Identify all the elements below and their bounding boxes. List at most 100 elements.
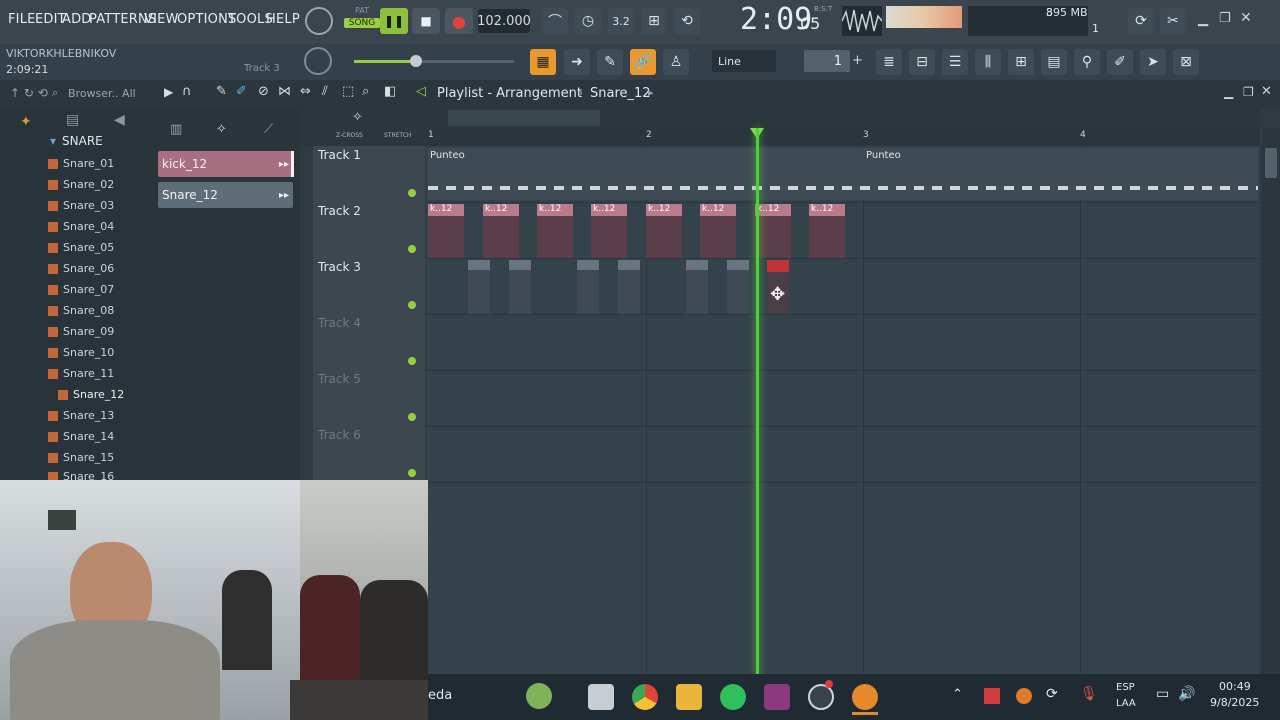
menu-view[interactable]: VIEW xyxy=(144,12,179,27)
audio-clip[interactable]: k..12 xyxy=(646,204,682,258)
tray-app-icon[interactable] xyxy=(984,688,1000,704)
link-icon[interactable]: 🔗 xyxy=(630,49,656,75)
audio-clip[interactable]: k..12 xyxy=(428,204,464,258)
snare-clip[interactable] xyxy=(509,260,531,314)
browser-item[interactable]: Snare_13 xyxy=(48,409,114,422)
track-mute-led[interactable] xyxy=(408,357,416,365)
obs-icon[interactable] xyxy=(808,684,834,710)
whatsapp-icon[interactable] xyxy=(720,684,746,710)
arrow-right-icon[interactable]: ➜ xyxy=(564,49,590,75)
restore-icon[interactable]: ❐ xyxy=(1219,11,1231,26)
taskbar-clock[interactable]: 00:49 xyxy=(1219,680,1251,693)
browser-item[interactable]: Snare_09 xyxy=(48,325,114,338)
browser-item[interactable]: Snare_04 xyxy=(48,220,114,233)
tempo-display[interactable]: 102.000 xyxy=(477,9,531,33)
step-edit-icon[interactable]: ⊞ xyxy=(641,8,667,34)
refresh-icon[interactable]: ⟳ xyxy=(1128,8,1154,34)
timeline-ruler[interactable]: 1 2 3 4 xyxy=(426,128,1260,146)
track-mute-led[interactable] xyxy=(408,301,416,309)
track-mute-led[interactable] xyxy=(408,469,416,477)
menu-add[interactable]: ADD xyxy=(62,12,92,27)
browser-item[interactable]: Snare_03 xyxy=(48,199,114,212)
tools-icon[interactable]: ✂ xyxy=(1160,8,1186,34)
menu-file[interactable]: FILE xyxy=(8,12,36,27)
track-name[interactable]: Track 1 xyxy=(318,148,361,162)
speaker-icon[interactable]: ◀ xyxy=(114,112,125,128)
track-mute-led[interactable] xyxy=(408,189,416,197)
play-pattern-icon[interactable]: ▶ xyxy=(164,85,173,99)
browser-nav-icon[interactable]: ↑ ↻ ⟲ xyxy=(10,86,48,100)
master-pitch-knob[interactable] xyxy=(304,47,332,75)
channel-snare[interactable]: Snare_12 ▸▸ xyxy=(158,182,293,208)
track-name[interactable]: Track 4 xyxy=(318,316,361,330)
countdown-icon[interactable]: 3.2 xyxy=(608,8,634,34)
menu-help[interactable]: HELP xyxy=(266,12,300,27)
snare-clip[interactable] xyxy=(686,260,708,314)
browser-item[interactable]: Snare_05 xyxy=(48,241,114,254)
step-value[interactable]: 1 xyxy=(804,50,850,72)
tray-app-icon[interactable] xyxy=(1016,688,1032,704)
plus-icon[interactable]: + xyxy=(852,53,863,68)
paint-icon[interactable]: ✐ xyxy=(236,84,247,99)
overview-scroll[interactable] xyxy=(448,110,600,126)
sync-icon[interactable]: ⟳ xyxy=(1046,686,1058,702)
taskbar-date[interactable]: 9/8/2025 xyxy=(1210,696,1259,709)
slip-icon[interactable]: ⇔ xyxy=(300,84,311,99)
minimize-icon[interactable]: ▁ xyxy=(1198,12,1208,27)
pick-icon[interactable]: ✐ xyxy=(1107,49,1133,75)
loop-record-icon[interactable]: ⟲ xyxy=(674,8,700,34)
zoom-icon[interactable]: ⌕ xyxy=(362,84,369,99)
record-button[interactable]: ● xyxy=(445,8,473,34)
piano-roll-icon[interactable]: ▦ xyxy=(530,49,556,75)
playlist-close-icon[interactable]: ✕ xyxy=(1261,84,1272,99)
audio-clip[interactable]: k..12 xyxy=(591,204,627,258)
stop-button[interactable]: ■ xyxy=(412,8,440,34)
pat-song-toggle[interactable]: PAT SONG xyxy=(344,6,380,38)
audio-clip[interactable]: k..12 xyxy=(700,204,736,258)
playlist-restore-icon[interactable]: ❐ xyxy=(1243,85,1254,99)
arrow-left-icon[interactable]: ◁ xyxy=(416,84,426,99)
language-secondary[interactable]: LAA xyxy=(1116,698,1136,709)
magnet-icon[interactable]: ∩ xyxy=(182,84,192,99)
playback-icon[interactable]: ◧ xyxy=(384,84,396,99)
snare-clip[interactable] xyxy=(618,260,640,314)
browser-item[interactable]: Snare_08 xyxy=(48,304,114,317)
mute-icon[interactable]: ⋈ xyxy=(278,84,291,99)
browser-folder[interactable]: ▾ SNARE xyxy=(50,134,103,148)
brush-icon[interactable]: ✎ xyxy=(597,49,623,75)
file-icon[interactable]: ▤ xyxy=(1041,49,1067,75)
wait-icon[interactable]: ◷ xyxy=(575,8,601,34)
chevron-right-icon[interactable]: ▸ xyxy=(648,86,654,99)
cart-icon[interactable]: ⊠ xyxy=(1173,49,1199,75)
playlist-wave-icon[interactable]: ✧ xyxy=(352,110,363,125)
slice-icon[interactable]: ⫽ xyxy=(322,84,328,99)
volume-icon[interactable]: 🔊 xyxy=(1178,686,1195,702)
browser-icon[interactable]: ⊞ xyxy=(1008,49,1034,75)
close-icon[interactable]: ✕ xyxy=(1240,10,1252,26)
tray-chevron-icon[interactable]: ⌃ xyxy=(952,687,963,702)
playlist-scrollbar[interactable] xyxy=(1262,128,1280,676)
microphone-icon[interactable]: 🎙 xyxy=(1080,686,1098,702)
playlist-icon[interactable]: ≣ xyxy=(876,49,902,75)
browser-item-selected[interactable]: Snare_12 xyxy=(58,388,124,401)
audio-clip[interactable]: k..12 xyxy=(755,204,791,258)
chrome-icon[interactable] xyxy=(632,684,658,710)
snare-clip[interactable] xyxy=(727,260,749,314)
pattern-clip-track1[interactable]: Punteo Punteo xyxy=(428,148,1258,200)
volume-slider-handle[interactable] xyxy=(410,55,422,67)
mixer-icon[interactable]: ☰ xyxy=(942,49,968,75)
search-icon[interactable]: ⌕ xyxy=(52,86,58,100)
browser-item[interactable]: Snare_11 xyxy=(48,367,114,380)
snare-clip[interactable] xyxy=(577,260,599,314)
channel-kick[interactable]: kick_12 ▸▸ xyxy=(158,151,293,177)
select-icon[interactable]: ⬚ xyxy=(342,84,354,99)
browser-item[interactable]: Snare_16 xyxy=(48,472,114,480)
playlist-minimize-icon[interactable]: ▁ xyxy=(1224,85,1233,99)
track-name[interactable]: Track 2 xyxy=(318,204,361,218)
pencil-icon[interactable]: ✎ xyxy=(216,84,227,99)
browser-item[interactable]: Snare_15 xyxy=(48,451,114,464)
master-volume-slider[interactable] xyxy=(354,60,514,63)
scrollbar-thumb[interactable] xyxy=(1265,148,1277,178)
browser-search[interactable]: Browser.. All xyxy=(68,87,136,100)
delete-icon[interactable]: ⊘ xyxy=(258,84,269,99)
